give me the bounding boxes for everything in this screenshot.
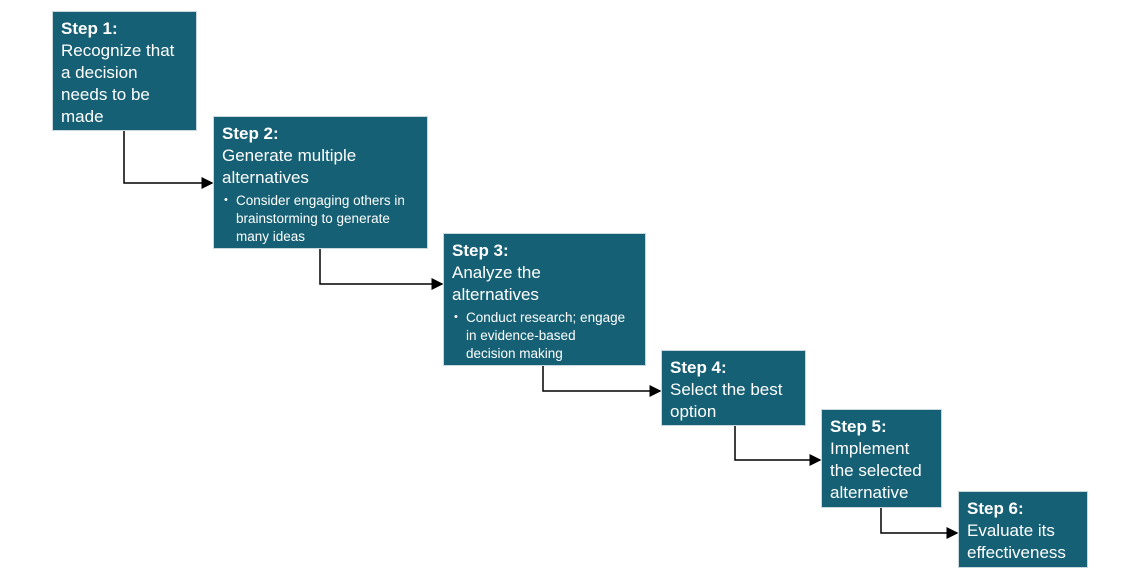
step-text: Recognize that a decision needs to be ma…	[61, 41, 175, 126]
step-text: Analyze the alternatives	[452, 263, 541, 304]
step-1-box: Step 1: Recognize that a decision needs …	[52, 11, 197, 131]
arrow-1-2	[123, 130, 214, 189]
step-6-box: Step 6: Evaluate its effectiveness	[958, 491, 1088, 568]
step-bullet: Conduct research; engage in evidence-bas…	[452, 308, 626, 363]
step-title: Step 3:	[452, 241, 509, 260]
step-bullet: Consider engaging others in brainstormin…	[222, 191, 406, 246]
step-title: Step 6:	[967, 499, 1024, 518]
arrow-2-3	[319, 248, 444, 290]
step-text: Generate multiple alternatives	[222, 146, 357, 187]
step-text: Evaluate its effectiveness	[967, 521, 1066, 562]
step-text: Implement the selected alternative	[830, 439, 922, 502]
step-text: Select the best option	[670, 380, 783, 421]
step-title: Step 2:	[222, 124, 279, 143]
step-3-box: Step 3: Analyze the alternatives Conduct…	[443, 233, 646, 366]
arrow-3-4	[542, 365, 662, 397]
step-5-box: Step 5: Implement the selected alternati…	[821, 409, 942, 508]
step-title: Step 5:	[830, 417, 887, 436]
arrow-4-5	[734, 425, 822, 466]
step-4-box: Step 4: Select the best option	[661, 350, 806, 426]
step-2-box: Step 2: Generate multiple alternatives C…	[213, 116, 428, 249]
arrow-5-6	[880, 507, 959, 539]
step-title: Step 1:	[61, 19, 118, 38]
step-title: Step 4:	[670, 358, 727, 377]
